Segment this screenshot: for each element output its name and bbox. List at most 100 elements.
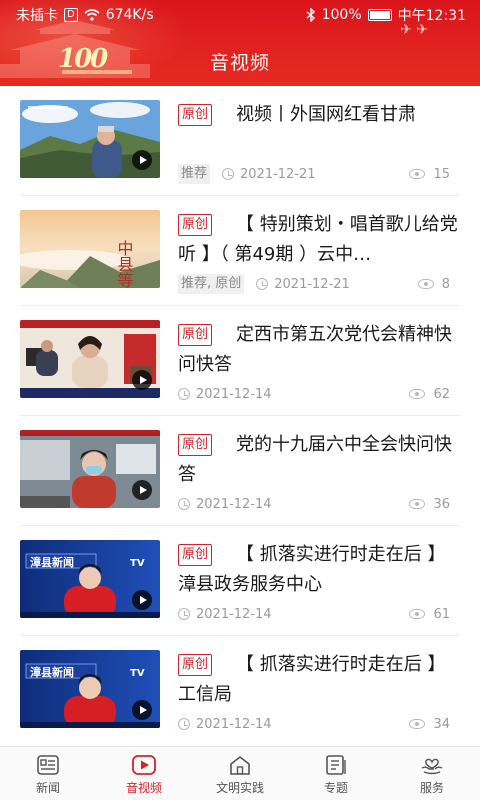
view-count-value: 61 — [433, 606, 450, 622]
original-badge: 原创 — [178, 104, 213, 126]
video-thumbnail[interactable] — [20, 320, 160, 398]
item-title[interactable]: 视频丨外国网红看甘肃 — [178, 100, 460, 160]
list-item[interactable]: 视频丨外国网红看甘肃 原创 推荐 2021-12-21 15 — [0, 86, 480, 196]
item-title[interactable]: 定西市第五次党代会精神快问快答 — [178, 320, 460, 380]
tab-label: 服务 — [419, 781, 444, 795]
clock-time: 中午12:31 — [397, 8, 466, 24]
play-icon — [132, 150, 152, 170]
item-meta: 2021-12-14 — [178, 604, 272, 624]
bottom-tab-bar: 新闻 音视频 文明实践 专题 服务 — [0, 746, 480, 800]
publish-date: 2021-12-21 — [240, 166, 316, 182]
item-meta: 2021-12-14 — [178, 384, 272, 404]
eye-icon — [409, 499, 426, 509]
network-speed: 674K/s — [105, 7, 154, 23]
bluetooth-icon — [306, 8, 315, 22]
tab-label: 文明实践 — [215, 781, 264, 795]
clock-icon — [256, 278, 269, 290]
item-meta: 推荐 2021-12-21 — [178, 164, 316, 184]
clock-icon — [222, 168, 235, 180]
page-title: 音视频 — [209, 52, 270, 74]
original-badge: 原创 — [178, 214, 213, 236]
news-icon — [35, 753, 61, 777]
play-icon — [132, 480, 152, 500]
play-icon — [132, 700, 152, 720]
eye-icon — [409, 169, 426, 179]
tab-video[interactable]: 音视频 — [96, 747, 192, 800]
video-thumbnail[interactable]: 漳县新闻 TV — [20, 540, 160, 618]
item-title[interactable]: 【 特别策划・唱首歌儿给党听 】（ 第49期 ）云中… — [178, 210, 460, 270]
list-item[interactable]: 定西市第五次党代会精神快问快答 原创 2021-12-14 62 — [0, 306, 480, 416]
item-title[interactable]: 党的十九届六中全会快问快答 — [178, 430, 460, 490]
view-count: 34 — [409, 714, 450, 734]
original-badge: 原创 — [178, 654, 213, 676]
item-meta: 推荐, 原创 2021-12-21 — [178, 274, 350, 294]
video-icon — [131, 753, 157, 777]
label-tag: 推荐 — [178, 164, 211, 184]
original-badge: 原创 — [178, 544, 213, 566]
view-count-value: 62 — [433, 386, 450, 402]
item-title[interactable]: 【 抓落实进行时走在后 】工信局 — [178, 650, 460, 710]
video-thumbnail[interactable] — [20, 430, 160, 508]
play-icon — [132, 590, 152, 610]
view-count-value: 15 — [433, 166, 450, 182]
eye-icon — [409, 389, 426, 399]
clock-icon — [178, 718, 190, 730]
topic-icon — [323, 753, 349, 777]
sim-icon: D — [64, 8, 78, 22]
view-count: 15 — [409, 164, 450, 184]
tab-label: 音视频 — [125, 781, 162, 795]
tv-mark: TV — [130, 668, 145, 679]
video-list[interactable]: 视频丨外国网红看甘肃 原创 推荐 2021-12-21 15 中县等你来 【 特… — [0, 86, 480, 746]
item-meta: 2021-12-14 — [178, 714, 272, 734]
thumbnail-scene-sea-of-clouds: 中县等你来 — [20, 210, 160, 288]
view-count: 8 — [417, 274, 450, 294]
service-icon — [419, 753, 445, 777]
play-icon — [132, 370, 152, 390]
eye-icon — [409, 609, 426, 619]
video-thumbnail[interactable]: 中县等你来 — [20, 210, 160, 288]
clock-icon — [178, 388, 190, 400]
tab-label: 新闻 — [35, 781, 60, 795]
clock-icon — [178, 608, 190, 620]
tab-news[interactable]: 新闻 — [0, 747, 96, 800]
view-count: 62 — [409, 384, 450, 404]
view-count: 61 — [409, 604, 450, 624]
calligraphy-text: 中县等你来 — [115, 240, 134, 288]
publish-date: 2021-12-14 — [196, 496, 272, 512]
view-count-value: 34 — [433, 716, 450, 732]
view-count-value: 36 — [433, 496, 450, 512]
list-item[interactable]: 漳县新闻 TV 【 抓落实进行时走在后 】工信局 原创 2021-12-14 3… — [0, 636, 480, 746]
battery-percent: 100% — [321, 7, 362, 23]
video-thumbnail[interactable]: 漳县新闻 TV — [20, 650, 160, 728]
item-meta: 2021-12-14 — [178, 494, 272, 514]
tab-civilization[interactable]: 文明实践 — [192, 747, 288, 800]
battery-icon — [367, 9, 392, 21]
view-count: 36 — [409, 494, 450, 514]
label-tag: 推荐, 原创 — [178, 274, 245, 294]
item-title[interactable]: 【 抓落实进行时走在后 】漳县政务服务中心 — [178, 540, 460, 600]
channel-name: 漳县新闻 — [30, 555, 74, 569]
original-badge: 原创 — [178, 324, 213, 346]
publish-date: 2021-12-14 — [196, 716, 272, 732]
status-bar: 未插卡 D 674K/s 100% 中午12:31 — [0, 0, 480, 28]
tab-label: 专题 — [323, 781, 348, 795]
list-item[interactable]: 中县等你来 【 特别策划・唱首歌儿给党听 】（ 第49期 ）云中… 原创 推荐,… — [0, 196, 480, 306]
carrier-label: 未插卡 — [16, 8, 58, 24]
channel-name: 漳县新闻 — [30, 665, 74, 679]
wifi-icon — [84, 9, 100, 21]
list-item[interactable]: 漳县新闻 TV 【 抓落实进行时走在后 】漳县政务服务中心 原创 2021-12… — [0, 526, 480, 636]
app-header: 100 ✈ ✈ 未插卡 D 674K/s 100% 中午12:31 音视频 — [0, 0, 480, 86]
video-thumbnail[interactable] — [20, 100, 160, 178]
publish-date: 2021-12-14 — [196, 386, 272, 402]
publish-date: 2021-12-21 — [274, 276, 350, 292]
view-count-value: 8 — [441, 276, 450, 292]
publish-date: 2021-12-14 — [196, 606, 272, 622]
original-badge: 原创 — [178, 434, 213, 456]
eye-icon — [417, 279, 434, 289]
tv-mark: TV — [130, 558, 145, 569]
tab-topics[interactable]: 专题 — [288, 747, 384, 800]
home-icon — [227, 753, 253, 777]
tab-service[interactable]: 服务 — [384, 747, 480, 800]
eye-icon — [409, 719, 426, 729]
list-item[interactable]: 党的十九届六中全会快问快答 原创 2021-12-14 36 — [0, 416, 480, 526]
